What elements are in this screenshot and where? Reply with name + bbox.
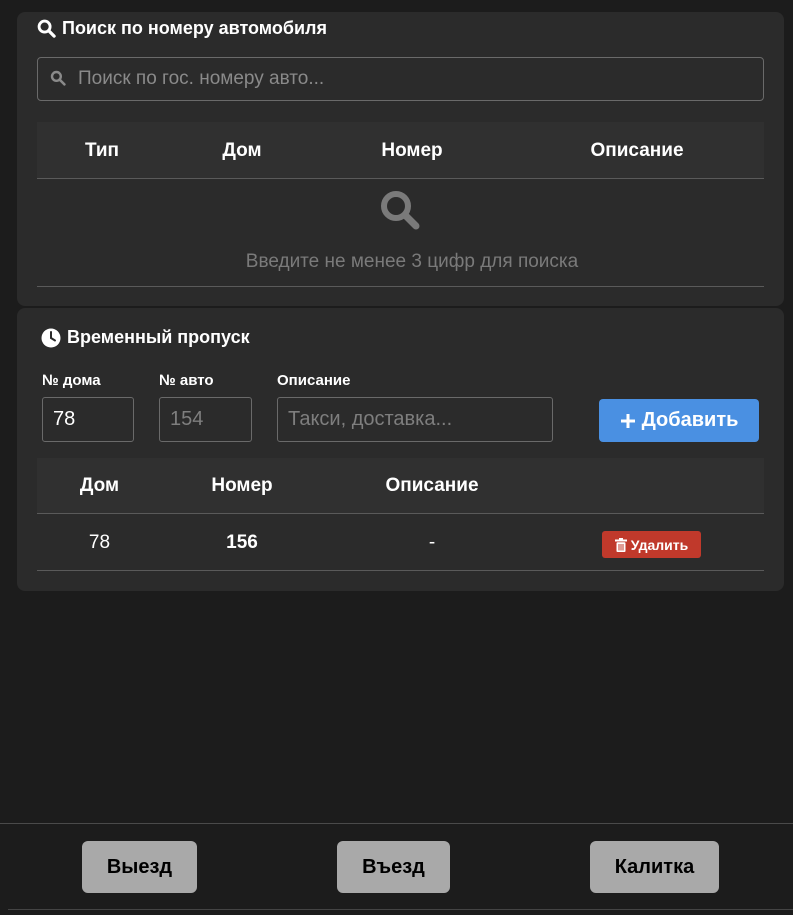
search-card: Поиск по номеру автомобиля Тип Дом Номер… <box>17 12 784 306</box>
footer-bar: Выезд Въезд Калитка <box>0 823 793 915</box>
column-header-number: Номер <box>381 140 443 161</box>
car-number-label: № авто <box>159 372 214 389</box>
column-header-type: Тип <box>84 140 120 161</box>
plus-icon <box>620 413 636 429</box>
house-number-input[interactable] <box>42 397 134 442</box>
column-header-description: Описание <box>590 140 684 161</box>
search-card-title-text: Поиск по номеру автомобиля <box>62 18 327 38</box>
column-header-house: Дом <box>222 140 262 161</box>
entry-button[interactable]: Въезд <box>337 841 450 893</box>
footer-divider <box>8 909 793 910</box>
column-header-house: Дом <box>79 475 120 496</box>
column-header-description: Описание <box>385 475 479 496</box>
plate-search-input[interactable] <box>78 58 758 100</box>
search-results-table: Тип Дом Номер Описание Введите не менее … <box>37 122 764 287</box>
delete-pass-button[interactable]: Удалить <box>602 531 701 558</box>
search-icon <box>50 70 66 86</box>
column-header-number: Номер <box>211 475 273 496</box>
search-icon <box>379 189 421 231</box>
add-pass-button[interactable]: Добавить <box>599 399 759 442</box>
empty-state-message: Введите не менее 3 цифр для поиска <box>245 251 579 272</box>
car-number-input[interactable] <box>159 397 252 442</box>
row-number: 156 <box>226 532 258 553</box>
clock-icon <box>41 328 61 348</box>
delete-button-label: Удалить <box>630 536 689 553</box>
description-input[interactable] <box>277 397 553 442</box>
search-box <box>37 57 764 101</box>
temp-pass-title-text: Временный пропуск <box>67 327 250 347</box>
trash-icon <box>614 537 627 552</box>
exit-button[interactable]: Выезд <box>82 841 197 893</box>
temp-pass-table: Дом Номер Описание 78 156 - Удалить <box>37 458 764 571</box>
search-table-header: Тип Дом Номер Описание <box>37 122 764 179</box>
search-empty-state: Введите не менее 3 цифр для поиска <box>37 179 764 287</box>
search-icon <box>37 19 56 38</box>
row-description: - <box>428 532 436 553</box>
app-page: Поиск по номеру автомобиля Тип Дом Номер… <box>0 0 793 915</box>
table-row: 78 156 - Удалить <box>37 514 764 571</box>
house-number-label: № дома <box>42 372 101 389</box>
add-button-label: Добавить <box>641 409 739 431</box>
search-card-title: Поиск по номеру автомобиля <box>37 18 327 39</box>
row-house: 78 <box>88 532 111 553</box>
temp-pass-table-header: Дом Номер Описание <box>37 458 764 514</box>
temp-pass-title: Временный пропуск <box>41 327 250 348</box>
description-label: Описание <box>277 372 351 389</box>
temp-pass-card: Временный пропуск № дома № авто Описание… <box>17 308 784 591</box>
gate-button[interactable]: Калитка <box>590 841 719 893</box>
